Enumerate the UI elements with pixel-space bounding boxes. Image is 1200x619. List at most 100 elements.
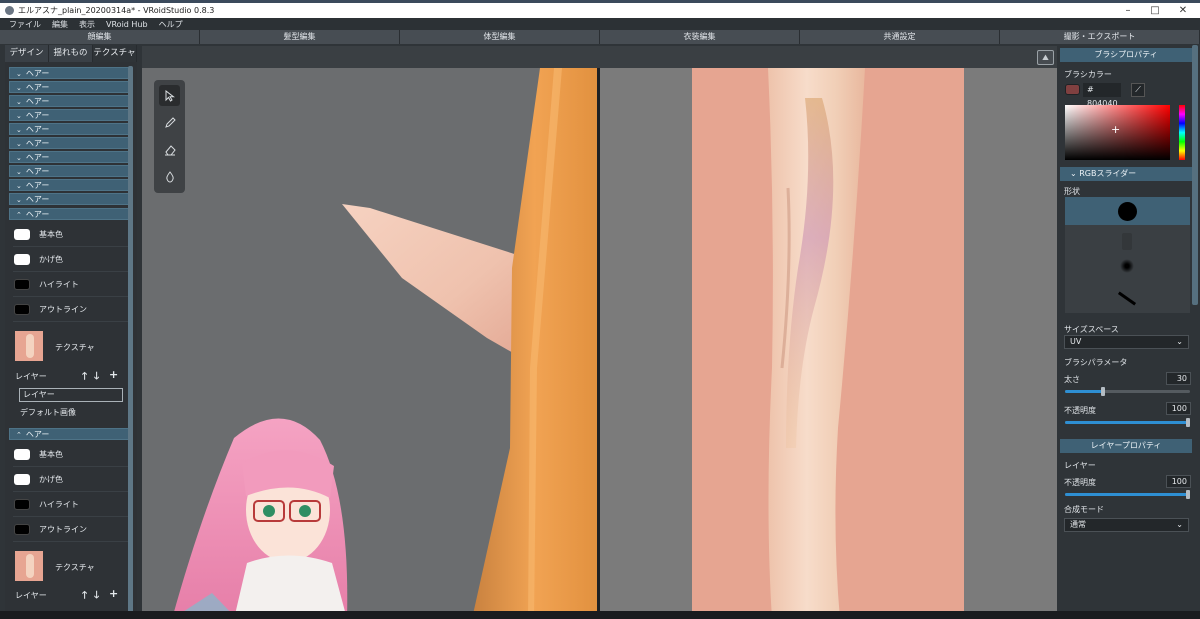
opacity-slider[interactable] bbox=[1065, 418, 1190, 427]
hair-group-header[interactable]: ⌄ ヘアー bbox=[9, 165, 130, 177]
color-row-base[interactable]: 基本色 bbox=[13, 223, 128, 247]
soft-brush-icon[interactable] bbox=[1120, 259, 1134, 273]
subtab-physics[interactable]: 揺れもの bbox=[49, 45, 93, 62]
color-swatch[interactable] bbox=[14, 229, 30, 240]
layer-item[interactable]: レイヤー bbox=[19, 388, 123, 402]
menu-file[interactable]: ファイル bbox=[9, 19, 41, 30]
add-layer-icon[interactable]: + bbox=[109, 368, 118, 381]
right-panel: ブラシプロパティ ブラシカラー # 804040 ⟋ + ⌄ RGBスライダー … bbox=[1060, 45, 1200, 619]
hair-group-header[interactable]: ⌄ ヘアー bbox=[9, 193, 130, 205]
line-brush-icon[interactable] bbox=[1117, 291, 1137, 306]
subtab-design[interactable]: デザイン bbox=[5, 45, 49, 62]
chevron-down-icon: ⌄ bbox=[16, 140, 22, 148]
hair-group-header[interactable]: ⌄ ヘアー bbox=[9, 95, 130, 107]
texture-thumbnail[interactable] bbox=[15, 551, 43, 581]
move-down-icon[interactable]: 🡓 bbox=[94, 588, 99, 605]
hair-group-header[interactable]: ⌄ ヘアー bbox=[9, 67, 130, 79]
move-up-icon[interactable]: 🡑 bbox=[82, 369, 87, 386]
opacity-label: 不透明度 bbox=[1064, 406, 1096, 415]
layer-opacity-slider[interactable] bbox=[1065, 490, 1190, 499]
thickness-input[interactable]: 30 bbox=[1166, 372, 1191, 385]
brush-color-swatch[interactable] bbox=[1065, 84, 1080, 95]
menu-view[interactable]: 表示 bbox=[79, 19, 95, 30]
dropper-icon[interactable] bbox=[159, 166, 180, 187]
hair-group-header[interactable]: ⌄ ヘアー bbox=[9, 81, 130, 93]
menu-help[interactable]: ヘルプ bbox=[159, 19, 183, 30]
color-row-highlight[interactable]: ハイライト bbox=[13, 493, 128, 517]
opacity-input[interactable]: 100 bbox=[1166, 402, 1191, 415]
default-image-item[interactable]: デフォルト画像 bbox=[20, 407, 76, 418]
color-row-outline[interactable]: アウトライン bbox=[13, 298, 128, 322]
shape-label: 形状 bbox=[1064, 187, 1080, 196]
hair-group-header[interactable]: ⌄ ヘアー bbox=[9, 109, 130, 121]
eraser-icon[interactable] bbox=[159, 139, 180, 160]
add-layer-icon[interactable]: + bbox=[109, 587, 118, 600]
color-row-shadow[interactable]: かげ色 bbox=[13, 248, 128, 272]
right-scrollbar[interactable] bbox=[1192, 45, 1198, 305]
texture-thumbnail[interactable] bbox=[15, 331, 43, 361]
color-row-outline[interactable]: アウトライン bbox=[13, 518, 128, 542]
thickness-slider[interactable] bbox=[1065, 387, 1190, 396]
color-swatch[interactable] bbox=[14, 524, 30, 535]
chevron-down-icon: ⌄ bbox=[1176, 337, 1183, 346]
tab-body[interactable]: 体型編集 bbox=[400, 30, 600, 44]
blend-mode-label: 合成モード bbox=[1064, 505, 1104, 514]
layer-opacity-slider-knob[interactable] bbox=[1186, 490, 1190, 499]
color-row-highlight[interactable]: ハイライト bbox=[13, 273, 128, 297]
viewport-header bbox=[142, 46, 1057, 68]
thickness-slider-fill bbox=[1065, 390, 1103, 393]
hair-group-header[interactable]: ⌄ ヘアー bbox=[9, 123, 130, 135]
subtab-texture[interactable]: テクスチャ bbox=[93, 45, 137, 62]
tab-common[interactable]: 共通設定 bbox=[800, 30, 1000, 44]
color-swatch[interactable] bbox=[14, 499, 30, 510]
move-down-icon[interactable]: 🡓 bbox=[94, 369, 99, 386]
tab-face[interactable]: 顔編集 bbox=[0, 30, 200, 44]
texture-canvas[interactable] bbox=[600, 68, 1057, 619]
color-swatch[interactable] bbox=[14, 474, 30, 485]
select-icon[interactable] bbox=[159, 85, 180, 106]
hair-group-header[interactable]: ⌄ ヘアー bbox=[9, 137, 130, 149]
color-swatch[interactable] bbox=[14, 304, 30, 315]
hair-group-header-expanded[interactable]: ⌃ ヘアー bbox=[9, 428, 130, 440]
blend-mode-select[interactable]: 通常 ⌄ bbox=[1064, 518, 1189, 532]
main-tabs: 顔編集 髪型編集 体型編集 衣装編集 共通設定 撮影・エクスポート bbox=[0, 30, 1200, 44]
menu-edit[interactable]: 編集 bbox=[52, 19, 68, 30]
minimize-button[interactable]: – bbox=[1114, 3, 1142, 18]
color-swatch[interactable] bbox=[14, 279, 30, 290]
hair-group-header[interactable]: ⌄ ヘアー bbox=[9, 179, 130, 191]
chevron-down-icon: ⌄ bbox=[16, 84, 22, 92]
color-row-shadow[interactable]: かげ色 bbox=[13, 468, 128, 492]
rgb-slider-toggle[interactable]: ⌄ RGBスライダー bbox=[1060, 167, 1192, 181]
chevron-down-icon: ⌄ bbox=[16, 98, 22, 106]
square-brush-icon[interactable] bbox=[1122, 233, 1132, 250]
color-picker-square[interactable]: + bbox=[1065, 105, 1170, 160]
chevron-down-icon: ⌄ bbox=[16, 154, 22, 162]
model-viewport[interactable] bbox=[142, 68, 599, 619]
chevron-down-icon: ⌄ bbox=[16, 126, 22, 134]
menu-vroidhub[interactable]: VRoid Hub bbox=[106, 20, 148, 29]
hair-group-header-expanded[interactable]: ⌃ ヘアー bbox=[9, 208, 130, 220]
color-swatch[interactable] bbox=[14, 449, 30, 460]
left-scrollbar[interactable] bbox=[128, 66, 133, 619]
opacity-slider-knob[interactable] bbox=[1186, 418, 1190, 427]
brush-hex-field[interactable]: # 804040 bbox=[1083, 83, 1121, 108]
maximize-button[interactable]: □ bbox=[1141, 3, 1169, 18]
tab-hair[interactable]: 髪型編集 bbox=[200, 30, 400, 44]
tab-outfit[interactable]: 衣装編集 bbox=[600, 30, 800, 44]
close-button[interactable]: ✕ bbox=[1169, 3, 1197, 18]
layer-opacity-input[interactable]: 100 bbox=[1166, 475, 1191, 488]
color-swatch[interactable] bbox=[14, 254, 30, 265]
texture-label: テクスチャ bbox=[55, 343, 95, 352]
size-space-select[interactable]: UV ⌄ bbox=[1064, 335, 1189, 349]
hair-group-header[interactable]: ⌄ ヘアー bbox=[9, 151, 130, 163]
tab-export[interactable]: 撮影・エクスポート bbox=[1000, 30, 1200, 44]
view-toggle-icon[interactable]: ⛰ bbox=[1037, 50, 1054, 65]
eyedropper-icon[interactable]: ⟋ bbox=[1131, 83, 1145, 97]
color-row-base[interactable]: 基本色 bbox=[13, 443, 128, 467]
layer-opacity-slider-fill bbox=[1065, 493, 1190, 496]
hue-slider[interactable] bbox=[1179, 105, 1185, 160]
pencil-icon[interactable] bbox=[159, 112, 180, 133]
move-up-icon[interactable]: 🡑 bbox=[82, 588, 87, 605]
layer-properties-header: レイヤープロパティ bbox=[1060, 439, 1192, 453]
thickness-slider-knob[interactable] bbox=[1100, 387, 1105, 396]
